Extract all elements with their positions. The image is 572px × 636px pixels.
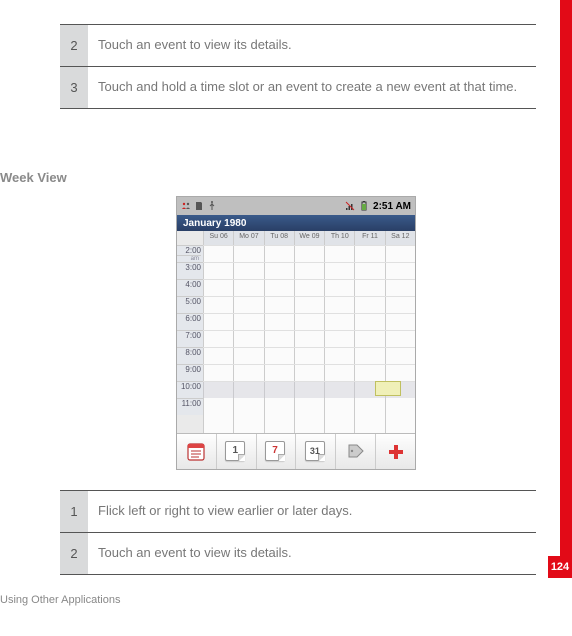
page-number: 124: [548, 556, 572, 578]
day-header: Su 06: [203, 231, 233, 245]
agenda-icon: [185, 441, 207, 463]
add-event-button[interactable]: [376, 434, 415, 469]
status-bar: 2:51 AM: [177, 197, 415, 215]
phone-screenshot: 2:51 AM January 1980 Su 06 Mo 07 Tu 08 W…: [176, 196, 416, 470]
day-header: Fr 11: [354, 231, 384, 245]
day-header: Sa 12: [385, 231, 415, 245]
usb-icon: [207, 201, 217, 211]
battery-icon: [359, 201, 369, 211]
day-icon-number: 1: [226, 445, 244, 456]
footer-text: Using Other Applications: [0, 594, 120, 606]
time-slot: 5:00: [177, 296, 203, 313]
step-text: Touch an event to view its details.: [88, 533, 536, 574]
day-header: We 09: [294, 231, 324, 245]
time-column: 2:00am 3:00 4:00 5:00 6:00 7:00 8:00 9:0…: [177, 245, 203, 415]
time-slot: 7:00: [177, 330, 203, 347]
day-header-row: Su 06 Mo 07 Tu 08 We 09 Th 10 Fr 11 Sa 1…: [203, 231, 415, 245]
side-tab: [560, 0, 572, 556]
table-row: 2 Touch an event to view its details.: [60, 533, 536, 574]
tag-button[interactable]: [336, 434, 376, 469]
month-view-button[interactable]: 31: [296, 434, 336, 469]
signal-icon: [345, 201, 355, 211]
time-slot: 10:00: [177, 381, 203, 398]
day-header: Tu 08: [264, 231, 294, 245]
step-number: 2: [60, 25, 88, 66]
step-text: Touch and hold a time slot or an event t…: [88, 67, 536, 108]
step-number: 3: [60, 67, 88, 108]
instruction-table-bottom: 1 Flick left or right to view earlier or…: [60, 490, 536, 575]
calendar-event: [375, 381, 401, 396]
time-slot: 6:00: [177, 313, 203, 330]
calendar-toolbar: 1 7 31: [177, 433, 415, 469]
month-header: January 1980: [177, 215, 415, 231]
time-slot: 3:00: [177, 262, 203, 279]
table-row: 1 Flick left or right to view earlier or…: [60, 491, 536, 533]
time-slot: 2:00am: [177, 245, 203, 262]
status-time: 2:51 AM: [373, 201, 411, 212]
table-row: 3 Touch and hold a time slot or an event…: [60, 67, 536, 108]
step-number: 1: [60, 491, 88, 532]
time-slot: 11:00: [177, 398, 203, 415]
day-header: Th 10: [324, 231, 354, 245]
grid-row-lines: [203, 245, 415, 435]
sdcard-icon: [194, 201, 204, 211]
time-slot: 9:00: [177, 364, 203, 381]
week-view-button[interactable]: 7: [257, 434, 297, 469]
month-icon-number: 31: [306, 446, 324, 456]
step-text: Flick left or right to view earlier or l…: [88, 491, 536, 532]
week-icon-number: 7: [266, 445, 284, 456]
instruction-table-top: 2 Touch an event to view its details. 3 …: [60, 24, 536, 109]
step-text: Touch an event to view its details.: [88, 25, 536, 66]
time-slot: 8:00: [177, 347, 203, 364]
section-heading: Week View: [0, 170, 67, 185]
tag-icon: [345, 441, 367, 463]
time-slot: 4:00: [177, 279, 203, 296]
day-view-button[interactable]: 1: [217, 434, 257, 469]
contacts-icon: [181, 201, 191, 211]
plus-icon: [385, 441, 407, 463]
agenda-view-button[interactable]: [177, 434, 217, 469]
day-header: Mo 07: [233, 231, 263, 245]
table-row: 2 Touch an event to view its details.: [60, 25, 536, 67]
calendar-body: Su 06 Mo 07 Tu 08 We 09 Th 10 Fr 11 Sa 1…: [177, 231, 415, 435]
step-number: 2: [60, 533, 88, 574]
